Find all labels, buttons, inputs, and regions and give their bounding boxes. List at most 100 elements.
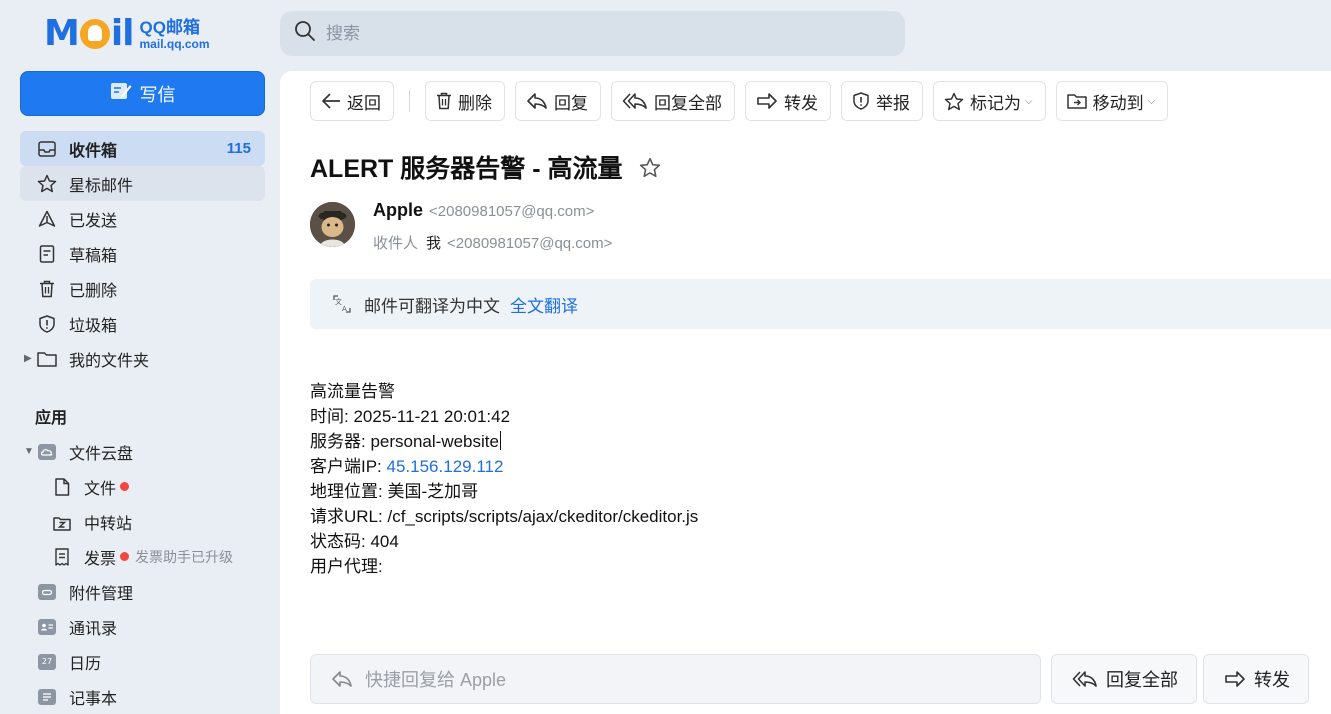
back-button[interactable]: 返回 (310, 81, 394, 121)
app-item-calendar[interactable]: 27 日历 (20, 644, 265, 679)
body-heading: 高流量告警 (310, 382, 395, 401)
sender-name[interactable]: Apple (373, 200, 423, 221)
body-geo-line: 地理位置: 美国-芝加哥 (310, 482, 479, 501)
chevron-down-icon: ⌵ (1147, 95, 1156, 107)
delete-button[interactable]: 删除 (425, 81, 505, 121)
app-item-cloud-drive[interactable]: ▼ 文件云盘 (20, 434, 265, 469)
star-icon (37, 174, 57, 194)
arrow-left-icon (321, 92, 341, 110)
mail-toolbar: 返回 删除 回复 回复全部 转发 举报 标记为 ⌵ 移动到 ⌵ (310, 81, 1178, 121)
full-translate-link[interactable]: 全文翻译 (510, 292, 578, 317)
bottom-reply-all-button[interactable]: 回复全部 (1051, 654, 1197, 704)
draft-icon (37, 244, 57, 264)
qq-mail-logo[interactable]: Mil QQ邮箱 mail.qq.com (44, 14, 210, 54)
search-bar[interactable] (280, 11, 905, 56)
bottom-forward-button[interactable]: 转发 (1203, 654, 1309, 704)
sidebar-item-inbox[interactable]: 收件箱 115 (20, 131, 265, 166)
app-item-attachments[interactable]: 附件管理 (20, 574, 265, 609)
body-time-line: 时间: 2025-11-21 20:01:42 (310, 407, 511, 426)
app-item-notepad[interactable]: 记事本 (20, 679, 265, 714)
reply-icon (331, 670, 353, 688)
cloud-drive-icon (37, 442, 57, 462)
forward-icon (756, 92, 778, 110)
compose-button[interactable]: 写信 (20, 71, 265, 116)
apps-section-title: 应用 (35, 410, 68, 427)
recipient-name[interactable]: 我 (426, 232, 441, 253)
collapse-caret-icon[interactable]: ▼ (24, 446, 34, 457)
logo-title: QQ邮箱 (139, 17, 200, 37)
star-toggle-icon[interactable] (639, 157, 661, 178)
translate-banner: 文A 邮件可翻译为中文 全文翻译 (310, 279, 1331, 329)
sidebar-item-deleted[interactable]: 已删除 (20, 271, 265, 306)
logo-bell-icon (79, 19, 110, 49)
app-item-label: 文件云盘 (69, 445, 134, 463)
sidebar-item-label: 已删除 (69, 282, 118, 300)
body-status-line: 状态码: 404 (310, 532, 399, 551)
sidebar-item-drafts[interactable]: 草稿箱 (20, 236, 265, 271)
folder-icon (37, 349, 57, 369)
mark-as-dropdown[interactable]: 标记为 ⌵ (933, 81, 1046, 121)
app-item-label: 发票 (84, 550, 117, 568)
report-button[interactable]: 举报 (841, 81, 923, 121)
app-item-contacts[interactable]: 通讯录 (20, 609, 265, 644)
body-ip-line: 客户端IP: 45.156.129.112 (310, 457, 504, 476)
search-icon (294, 20, 316, 47)
file-icon (52, 477, 72, 497)
app-item-label: 日历 (69, 655, 102, 673)
sidebar-item-my-folders[interactable]: ▶ 我的文件夹 (20, 341, 265, 376)
sidebar-item-label: 已发送 (69, 212, 118, 230)
recipient-label: 收件人 (373, 235, 419, 252)
reply-icon (526, 92, 548, 110)
sidebar-nav: 收件箱 115 星标邮件 已发送 草稿箱 已删除 垃圾箱 ▶ 我的文件夹 应用 … (20, 131, 265, 714)
reply-all-icon (622, 92, 648, 110)
app-item-label: 文件 (84, 480, 117, 498)
contacts-icon (37, 617, 57, 637)
app-item-files[interactable]: 文件 (20, 469, 265, 504)
sidebar-item-label: 收件箱 (69, 142, 118, 160)
app-item-label: 附件管理 (69, 585, 134, 603)
reply-all-button[interactable]: 回复全部 (611, 81, 735, 121)
sidebar-item-label: 星标邮件 (69, 177, 134, 195)
body-useragent-line: 用户代理: (310, 557, 383, 576)
reply-button[interactable]: 回复 (515, 81, 601, 121)
svg-text:文: 文 (335, 297, 342, 306)
body-server-line: 服务器: personal-website (310, 431, 501, 451)
toolbar-divider (409, 90, 410, 112)
translate-hint: 邮件可翻译为中文 (364, 296, 500, 316)
logo-mark: Mil (44, 13, 135, 54)
recipient-line: 收件人 我 <2080981057@qq.com> (373, 232, 612, 253)
quick-reply-input[interactable]: 快捷回复给 Apple (310, 654, 1041, 704)
mail-body: 高流量告警 时间: 2025-11-21 20:01:42 服务器: perso… (310, 379, 698, 579)
spam-icon (37, 314, 57, 334)
calendar-icon: 27 (37, 652, 57, 672)
sidebar-item-sent[interactable]: 已发送 (20, 201, 265, 236)
star-icon (944, 92, 964, 111)
mail-subject: ALERT 服务器告警 - 高流量 (310, 149, 661, 185)
compose-icon (110, 81, 132, 106)
client-ip-link[interactable]: 45.156.129.112 (387, 457, 504, 476)
move-to-dropdown[interactable]: 移动到 ⌵ (1055, 81, 1169, 121)
notepad-icon (37, 687, 57, 707)
invoice-icon (52, 547, 72, 567)
app-item-invoice[interactable]: 发票 发票助手已升级 (20, 539, 265, 574)
forward-button[interactable]: 转发 (745, 81, 831, 121)
search-input[interactable] (326, 23, 826, 44)
unread-count-badge: 115 (226, 140, 251, 157)
sidebar-item-starred[interactable]: 星标邮件 (20, 166, 265, 201)
sidebar-item-spam[interactable]: 垃圾箱 (20, 306, 265, 341)
sender-address: <2080981057@qq.com> (429, 203, 595, 220)
quick-reply-placeholder: 快捷回复给 Apple (365, 670, 507, 690)
move-folder-icon (1066, 93, 1087, 109)
attachment-icon (37, 582, 57, 602)
app-item-label: 记事本 (69, 690, 118, 708)
recipient-address: <2080981057@qq.com> (447, 235, 613, 252)
sender-avatar[interactable] (310, 202, 355, 247)
expand-caret-icon[interactable]: ▶ (24, 353, 32, 364)
trash-icon (37, 279, 57, 299)
app-item-transfer-station[interactable]: 中转站 (20, 504, 265, 539)
reply-all-icon (1072, 670, 1098, 688)
shield-alert-icon (852, 92, 870, 110)
transfer-station-icon (52, 512, 72, 532)
sidebar-item-label: 草稿箱 (69, 247, 118, 265)
mail-reader-panel: 返回 删除 回复 回复全部 转发 举报 标记为 ⌵ 移动到 ⌵ ALERT 服务… (280, 71, 1331, 714)
